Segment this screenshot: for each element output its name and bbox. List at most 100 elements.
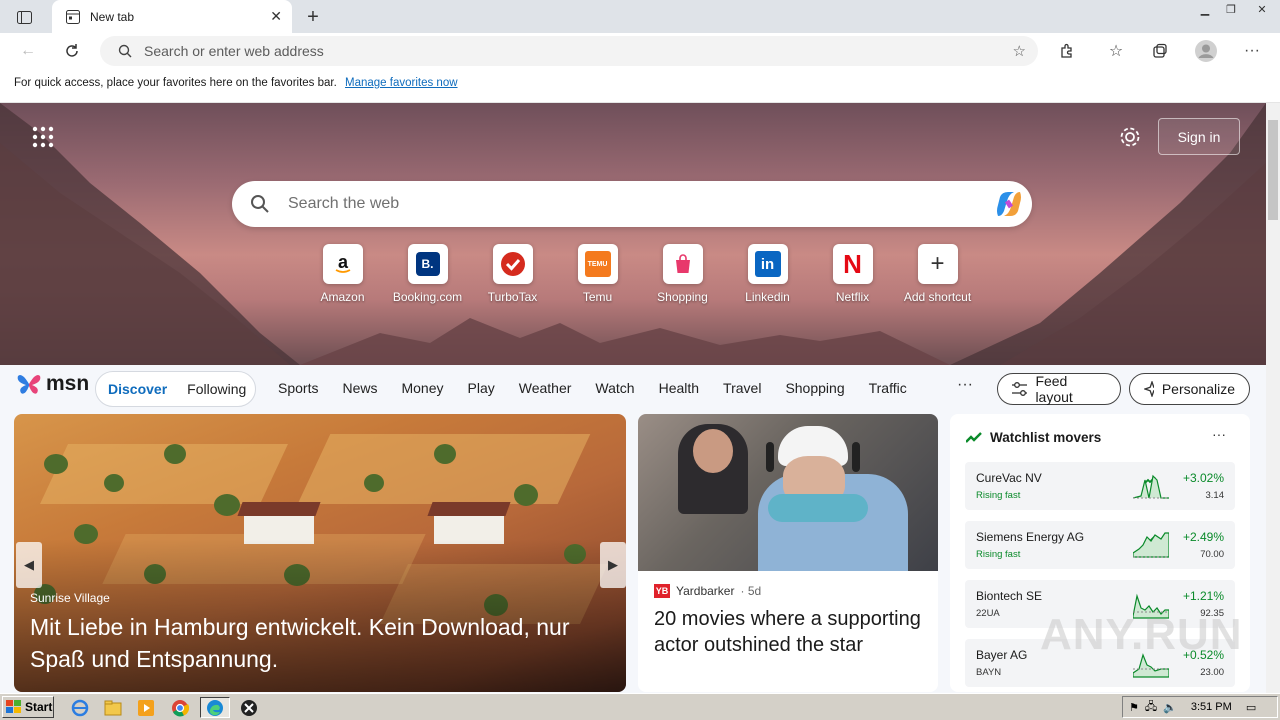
carousel-prev-button[interactable]: ◀ [16,542,42,588]
apps-launcher-icon[interactable] [32,126,56,148]
file-explorer-icon[interactable] [101,697,125,718]
collections-icon[interactable] [1145,36,1175,66]
nav-health[interactable]: Health [659,380,699,396]
tab-discover[interactable]: Discover [96,381,179,397]
favorites-bar-message: For quick access, place your favorites h… [14,77,337,89]
feed-segment-control: Discover Following [95,371,256,407]
sparkle-icon [1144,381,1154,397]
watchlist-more-icon[interactable]: ··· [1212,426,1226,442]
new-tab-button[interactable]: + [300,4,326,30]
taskbar: Start ⚑ 🖧 🔈 3:51 PM ▭ [0,693,1280,720]
favorites-bar: For quick access, place your favorites h… [0,70,1280,103]
news-card[interactable]: YB Yardbarker · 5d 20 movies where a sup… [638,414,938,692]
extensions-icon[interactable] [1052,36,1082,66]
nav-weather[interactable]: Weather [519,380,572,396]
settings-more-icon[interactable]: ··· [1237,36,1267,66]
shortcut-temu[interactable]: TEMU Temu [555,244,640,304]
shortcut-linkedin[interactable]: in Linkedin [725,244,810,304]
add-shortcut-button[interactable]: + Add shortcut [895,244,980,304]
minimize-icon[interactable]: ▁ [1192,0,1218,18]
close-tab-icon[interactable]: ✕ [270,8,282,25]
hero-source: Sunrise Village [30,591,110,605]
manage-favorites-link[interactable]: Manage favorites now [345,77,458,89]
msn-logo[interactable]: msn [16,372,89,396]
sign-in-button[interactable]: Sign in [1158,118,1240,155]
network-icon[interactable]: 🖧 [1145,698,1157,717]
more-categories-button[interactable]: ··· [957,376,973,394]
add-favorite-icon[interactable]: ☆ [1013,42,1026,60]
shortcut-shopping[interactable]: Shopping [640,244,725,304]
booking-icon: B. [407,244,448,284]
watchlist-title: Watchlist movers [966,430,1101,445]
hero-headline[interactable]: Mit Liebe in Hamburg entwickelt. Kein Do… [30,611,600,675]
reload-button[interactable] [57,36,87,66]
tab-new-tab[interactable]: New tab ✕ [52,0,292,33]
shortcut-netflix[interactable]: N Netflix [810,244,895,304]
trend-up-icon [966,431,982,443]
msn-category-nav: Sports News Money Play Weather Watch Hea… [278,380,931,396]
news-card-source: YB Yardbarker · 5d [654,584,762,598]
nav-money[interactable]: Money [401,380,443,396]
tab-actions-icon[interactable] [8,6,40,28]
watermark: ANY.RUN [1040,610,1243,659]
browser-toolbar: ← Search or enter web address ☆ ☆ ··· [0,33,1280,70]
show-desktop-icon[interactable]: ▭ [1246,701,1256,714]
chrome-icon[interactable] [168,697,192,718]
shortcut-list: a Amazon B. Booking.com TurboTax TEMU Te… [300,244,980,304]
yardbarker-logo: YB [654,584,670,598]
title-bar: New tab ✕ + ▁ ❐ ✕ [0,0,1280,33]
shortcut-turbotax[interactable]: TurboTax [470,244,555,304]
stock-row[interactable]: CureVac NV Rising fast +3.02% 3.14 [965,462,1235,510]
nav-sports[interactable]: Sports [278,380,318,396]
edge-taskbar-button[interactable] [200,697,230,718]
tab-following[interactable]: Following [179,381,254,397]
sliders-icon [1012,382,1028,396]
close-window-icon[interactable]: ✕ [1244,0,1280,18]
address-placeholder: Search or enter web address [144,43,324,59]
web-search-placeholder: Search the web [288,195,400,212]
nav-travel[interactable]: Travel [723,380,761,396]
nav-news[interactable]: News [342,380,377,396]
shortcut-booking[interactable]: B. Booking.com [385,244,470,304]
web-search-box[interactable]: Search the web [232,181,1032,227]
turbotax-icon [492,244,533,284]
restore-icon[interactable]: ❐ [1218,0,1244,18]
edge-icon [207,699,223,716]
clock: 3:51 PM [1190,701,1232,713]
windows-logo-icon [6,700,21,713]
temu-icon: TEMU [577,244,618,284]
flag-icon[interactable]: ⚑ [1129,701,1139,714]
address-bar[interactable]: Search or enter web address ☆ [100,36,1038,66]
plus-icon: + [917,244,958,284]
newtab-background [0,103,1266,365]
media-player-icon[interactable] [134,697,158,718]
search-icon [251,195,269,213]
start-button[interactable]: Start [2,696,54,718]
nav-watch[interactable]: Watch [595,380,634,396]
sparkline-chart [1133,532,1169,558]
back-button[interactable]: ← [13,36,43,66]
copilot-icon[interactable] [994,189,1024,219]
app-icon[interactable] [237,697,261,718]
search-icon [118,44,132,58]
news-card-headline[interactable]: 20 movies where a supporting actor outsh… [654,606,924,658]
internet-explorer-icon[interactable] [68,697,92,718]
personalize-button[interactable]: Personalize [1129,373,1250,405]
tab-title: New tab [90,9,135,24]
nav-shopping[interactable]: Shopping [785,380,844,396]
hero-carousel-card[interactable]: ◀ ▶ Sunrise Village Mit Liebe in Hamburg… [14,414,626,692]
shopping-bag-icon [662,244,703,284]
page-settings-icon[interactable] [1117,124,1143,150]
favorites-icon[interactable]: ☆ [1101,36,1131,66]
nav-play[interactable]: Play [468,380,495,396]
volume-icon[interactable]: 🔈 [1163,701,1177,714]
amazon-icon: a [322,244,363,284]
shortcut-amazon[interactable]: a Amazon [300,244,385,304]
scrollbar-thumb[interactable] [1268,120,1278,220]
nav-traffic[interactable]: Traffic [869,380,907,396]
svg-text:a: a [337,253,348,272]
profile-avatar[interactable] [1191,36,1221,66]
feed-layout-button[interactable]: Feed layout [997,373,1121,405]
carousel-next-button[interactable]: ▶ [600,542,626,588]
stock-row[interactable]: Siemens Energy AG Rising fast +2.49% 70.… [965,521,1235,569]
